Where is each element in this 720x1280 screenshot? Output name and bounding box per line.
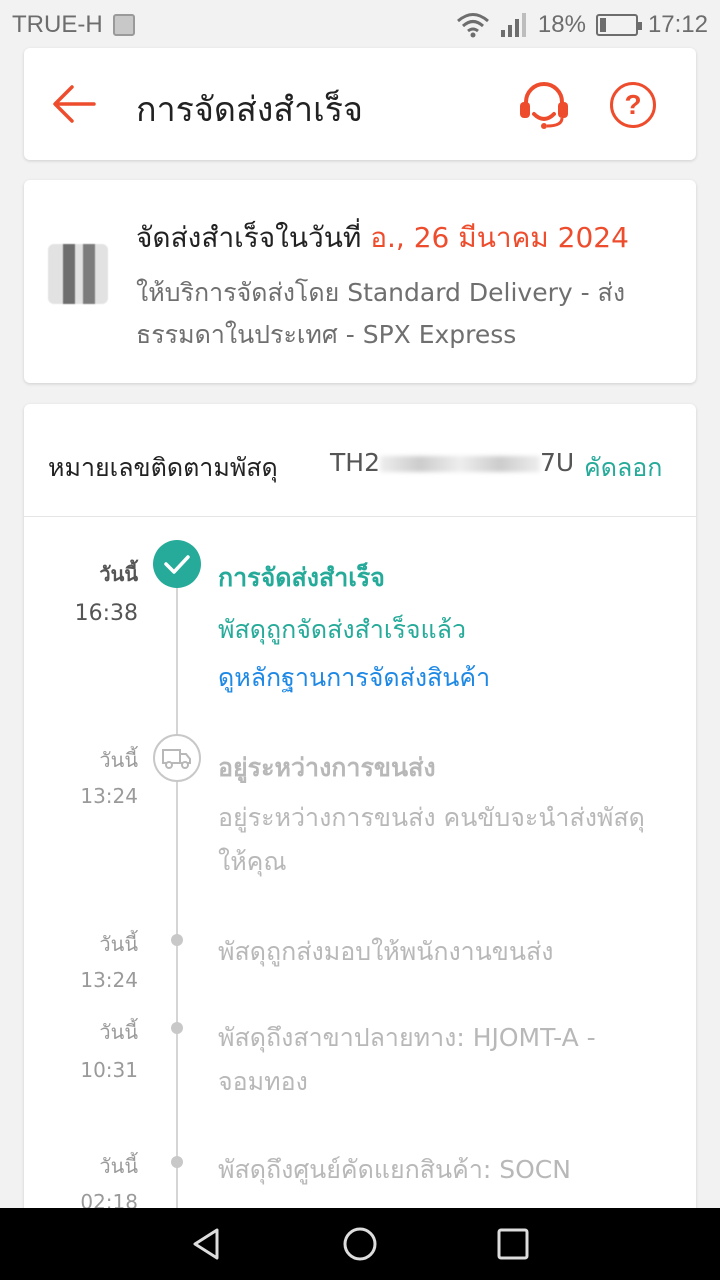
event-description: พัสดุถูกจัดส่งสำเร็จแล้ว	[218, 615, 466, 644]
delivery-proof-link[interactable]: ดูหลักฐานการจัดส่งสินค้า	[218, 658, 490, 698]
tracking-number-prefix: TH2	[330, 448, 380, 477]
tracking-number-suffix: 7U	[539, 448, 575, 477]
event-description: พัสดุถึงสาขาปลายทาง: HJOMT-A - จอมทอง	[218, 1023, 596, 1096]
timeline-dot	[171, 934, 183, 946]
arrow-left-icon	[53, 85, 96, 123]
page-title: การจัดส่งสำเร็จ	[136, 90, 363, 130]
event-description: พัสดุถูกส่งมอบให้พนักงานขนส่ง	[218, 937, 554, 966]
event-date: วันนี้	[99, 748, 138, 772]
tracking-card: หมายเลขติดตามพัสดุ TH2 7U คัดลอก วันนี้ 1…	[24, 404, 696, 1234]
check-icon	[153, 540, 201, 588]
timeline-dot	[171, 1156, 183, 1168]
header-bar: การจัดส่งสำเร็จ ?	[24, 48, 696, 160]
image-notification-icon	[112, 14, 135, 36]
wifi-icon	[456, 13, 489, 38]
truck-icon	[153, 734, 201, 782]
event-date: วันนี้	[99, 562, 138, 586]
carrier-name: TRUE-H	[12, 11, 103, 38]
system-navigation-bar	[0, 1208, 720, 1280]
event-title: อยู่ระหว่างการขนส่ง	[218, 753, 436, 782]
signal-icon	[500, 13, 526, 37]
clock: 17:12	[647, 11, 708, 38]
timeline-line	[176, 574, 178, 1234]
status-bar: TRUE-H 18% 17:12	[0, 0, 720, 50]
square-recents-icon	[497, 1228, 529, 1260]
question-icon: ?	[624, 89, 642, 120]
event-time: 10:31	[80, 1058, 138, 1082]
redacted-tracking-digits	[379, 456, 540, 472]
nav-home-button[interactable]	[335, 1219, 385, 1269]
copy-button[interactable]: คัดลอก	[584, 448, 662, 488]
delivered-prefix: จัดส่งสำเร็จในวันที่	[136, 221, 362, 254]
triangle-back-icon	[193, 1228, 219, 1260]
event-title: การจัดส่งสำเร็จ	[218, 563, 385, 592]
tracking-number-row: หมายเลขติดตามพัสดุ TH2 7U คัดลอก	[24, 404, 696, 517]
service-description: ให้บริการจัดส่งโดย Standard Delivery - ส…	[136, 278, 626, 349]
event-date: วันนี้	[99, 932, 138, 956]
event-date: วันนี้	[99, 1154, 138, 1178]
event-description: อยู่ระหว่างการขนส่ง คนขับจะนำส่งพัสดุให้…	[218, 803, 645, 876]
help-button[interactable]: ?	[610, 82, 656, 128]
event-time: 13:24	[80, 968, 138, 992]
event-time: 13:24	[80, 784, 138, 808]
tracking-number: TH2 7U	[330, 448, 580, 477]
event-date: วันนี้	[99, 1020, 138, 1044]
nav-recents-button[interactable]	[488, 1219, 538, 1269]
support-button[interactable]	[514, 74, 574, 134]
battery-percent: 18%	[537, 11, 586, 38]
headset-icon	[520, 82, 568, 129]
delivery-summary-card: จัดส่งสำเร็จในวันที่ อ., 26 มีนาคม 2024 …	[24, 180, 696, 383]
delivered-date-line: จัดส่งสำเร็จในวันที่ อ., 26 มีนาคม 2024	[136, 216, 629, 260]
tracking-label: หมายเลขติดตามพัสดุ	[48, 453, 278, 482]
timeline-dot	[171, 1022, 183, 1034]
delivered-date: อ., 26 มีนาคม 2024	[361, 221, 629, 254]
product-thumbnail	[48, 244, 108, 304]
back-button[interactable]	[50, 74, 98, 134]
event-time: 16:38	[74, 601, 138, 626]
event-description: พัสดุถึงศูนย์คัดแยกสินค้า: SOCN	[218, 1155, 571, 1184]
circle-home-icon	[343, 1227, 377, 1261]
nav-back-button[interactable]	[182, 1219, 232, 1269]
battery-icon	[595, 14, 642, 36]
